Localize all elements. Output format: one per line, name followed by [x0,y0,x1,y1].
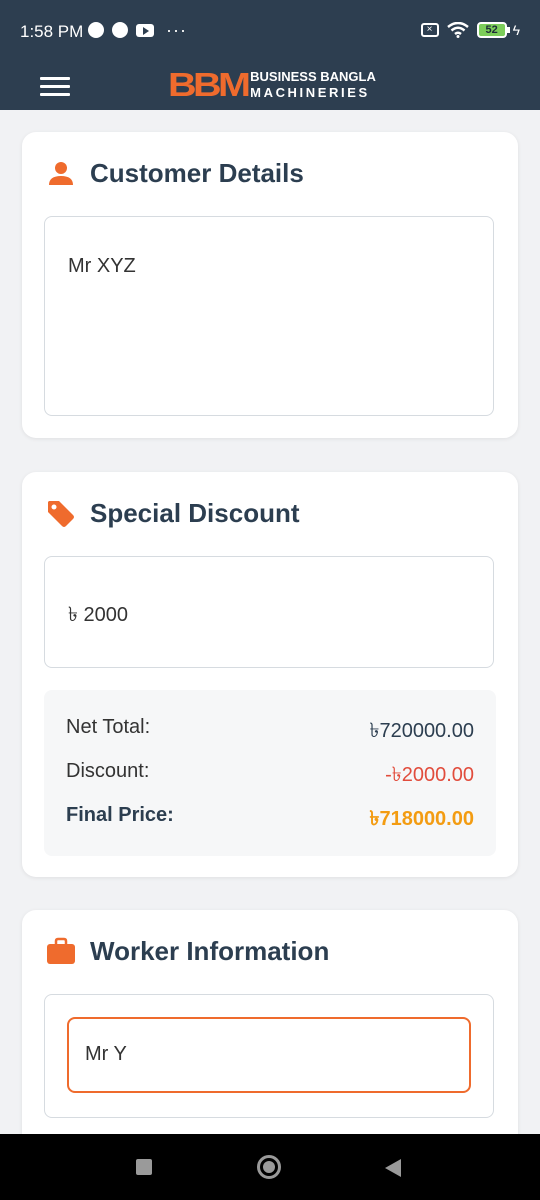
customer-details-card: Customer Details Mr XYZ [22,132,518,438]
back-icon[interactable] [385,1159,401,1177]
status-bar: 1:58 PM ··· × 52 ϟ [0,0,540,62]
discount-amount: -৳2000.00 [385,764,474,786]
worker-information-title: Worker Information [90,936,330,966]
recent-apps-icon[interactable] [136,1159,152,1175]
worker-information-card: Worker Information Mr Y [22,910,518,1150]
facebook-icon [112,22,128,38]
net-total-value: ৳720000.00 [369,720,474,742]
discount-row: Discount: -৳2000.00 [66,760,474,793]
sim-off-icon: × [420,23,439,37]
battery-icon: 52 ϟ [476,22,520,38]
more-notifications-icon: ··· [166,20,187,40]
logo-line-1: BUSINESS BANGLA [250,69,376,84]
special-discount-card: Special Discount ৳ 2000 Net Total: ৳7200… [22,472,518,877]
wifi-icon [446,22,469,38]
system-icons: × 52 ϟ [420,22,520,38]
person-icon [49,161,73,185]
briefcase-icon [47,937,75,964]
notification-icons: ··· [88,20,187,40]
customer-details-textarea[interactable]: Mr XYZ [44,216,494,416]
charging-icon: ϟ [512,22,520,38]
home-icon[interactable] [257,1155,281,1179]
discount-label: Discount: [66,760,150,782]
special-discount-header: Special Discount [46,498,300,529]
net-total-row: Net Total: ৳720000.00 [66,716,474,749]
logo-mark: BBM [168,66,251,103]
special-discount-title: Special Discount [90,498,300,528]
net-total-label: Net Total: [66,716,151,738]
worker-information-header: Worker Information [46,936,329,967]
customer-details-value: Mr XYZ [68,255,136,277]
discount-input[interactable]: ৳ 2000 [44,556,494,668]
system-navigation-bar [0,1134,540,1200]
status-time: 1:58 PM [20,22,84,41]
brand-logo: BBM BUSINESS BANGLA MACHINERIES [168,66,376,104]
hamburger-menu-icon[interactable] [40,74,70,98]
tag-icon [48,500,74,527]
notification-app-icon [88,22,104,38]
customer-details-title: Customer Details [90,158,304,188]
battery-level: 52 [476,22,507,38]
logo-line-2: MACHINERIES [250,85,370,100]
final-price-row: Final Price: ৳718000.00 [66,804,474,837]
final-price-label: Final Price: [66,804,174,826]
worker-input[interactable]: Mr Y [67,1017,471,1093]
worker-field-container: Mr Y [44,994,494,1118]
customer-details-header: Customer Details [46,158,304,189]
discount-input-value: ৳ 2000 [68,604,129,626]
youtube-icon [136,23,154,37]
app-header: BBM BUSINESS BANGLA MACHINERIES [0,62,540,110]
price-summary: Net Total: ৳720000.00 Discount: -৳2000.0… [44,690,496,856]
worker-input-value: Mr Y [85,1043,127,1065]
final-price-value: ৳718000.00 [369,808,474,830]
